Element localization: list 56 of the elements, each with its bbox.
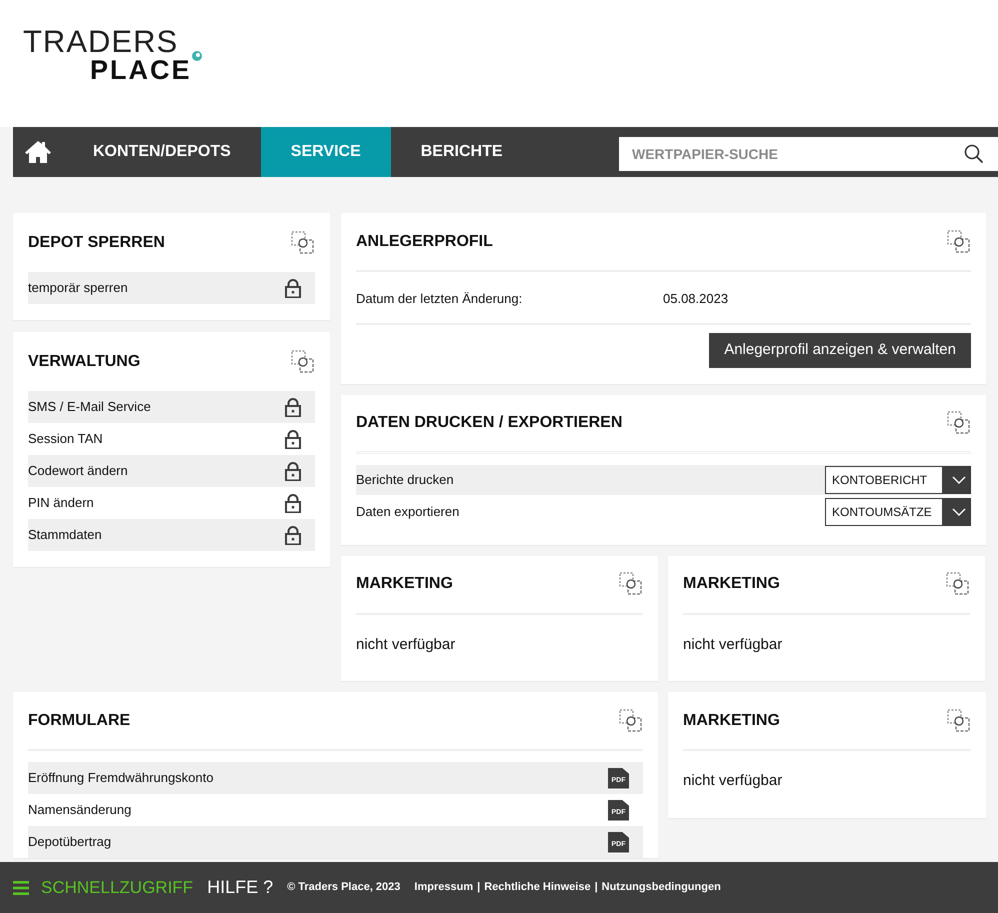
lock-icon[interactable]	[285, 526, 301, 544]
panel-title: MARKETING	[683, 710, 780, 730]
drag-handle-icon[interactable]	[947, 230, 971, 254]
profile-button[interactable]: Anlegerprofil anzeigen & verwalten	[709, 333, 971, 368]
field-label: Datum der letzten Änderung:	[356, 290, 524, 308]
drag-handle-icon[interactable]	[947, 708, 971, 732]
search-bar[interactable]: WERTPAPIER-SUCHE	[619, 137, 998, 171]
lock-icon[interactable]	[285, 278, 301, 298]
panel-title: DATEN DRUCKEN / EXPORTIEREN	[356, 412, 622, 432]
form-link[interactable]: Namensänderung	[28, 800, 132, 820]
drag-handle-icon[interactable]	[619, 708, 643, 732]
panel-title: FORMULARE	[28, 710, 130, 730]
drag-handle-icon[interactable]	[291, 230, 315, 254]
logo-dot-icon	[192, 51, 202, 61]
drag-handle-icon[interactable]	[291, 350, 315, 374]
logo-text: TRADERS	[23, 26, 178, 57]
menu-link[interactable]: Session TAN	[28, 429, 103, 449]
field-value: 05.08.2023	[663, 290, 728, 308]
link-separator: |	[477, 880, 480, 896]
lock-icon[interactable]	[285, 462, 301, 480]
select-field[interactable]: KONTOBERICHT	[825, 466, 971, 494]
drag-handle-icon[interactable]	[619, 572, 643, 596]
drag-handle-icon[interactable]	[947, 410, 971, 434]
logo-text: PLACE	[90, 57, 192, 84]
nav-tab[interactable]: BERICHTE	[390, 127, 533, 177]
menu-icon[interactable]	[13, 880, 29, 894]
panel-text: nicht verfügbar	[683, 634, 784, 654]
lock-icon[interactable]	[285, 494, 301, 512]
copyright-text: © Traders Place, 2023	[287, 880, 400, 896]
nav-tab[interactable]: KONTEN/DEPOTS	[63, 127, 261, 177]
panel-title: DEPOT SPERREN	[28, 232, 165, 252]
caret-icon[interactable]	[952, 476, 966, 484]
caret-icon[interactable]	[952, 508, 966, 516]
footer-link[interactable]: Impressum	[414, 879, 474, 896]
footer-link[interactable]: Nutzungsbedingungen	[602, 879, 721, 896]
select-field[interactable]: KONTOUMSÄTZE	[825, 498, 971, 526]
form-link[interactable]: Depotübertrag	[28, 832, 112, 852]
lock-icon[interactable]	[285, 430, 301, 448]
panel-title: MARKETING	[683, 574, 780, 594]
help-link[interactable]: HILFE ?	[207, 874, 274, 901]
quick-access-link[interactable]: SCHNELLZUGRIFF	[41, 874, 194, 900]
panel-title: ANLEGERPROFIL	[356, 232, 493, 252]
panel-text: nicht verfügbar	[356, 634, 456, 654]
drag-handle-icon[interactable]	[946, 572, 970, 596]
footer-link[interactable]: Rechtliche Hinweise	[484, 879, 591, 896]
search-icon[interactable]	[964, 144, 984, 164]
menu-link[interactable]: Stammdaten	[28, 525, 102, 545]
row-label: Daten exportieren	[356, 502, 460, 521]
menu-link[interactable]: PIN ändern	[28, 493, 94, 513]
lock-icon[interactable]	[285, 398, 301, 416]
form-link[interactable]: Eröffnung Fremdwährungskonto	[28, 768, 214, 788]
panel-text: nicht verfügbar	[683, 771, 784, 791]
row-label: Berichte drucken	[356, 470, 454, 489]
panel-title: VERWALTUNG	[28, 352, 140, 372]
panel-title: MARKETING	[356, 574, 453, 594]
link-separator: |	[594, 880, 598, 896]
